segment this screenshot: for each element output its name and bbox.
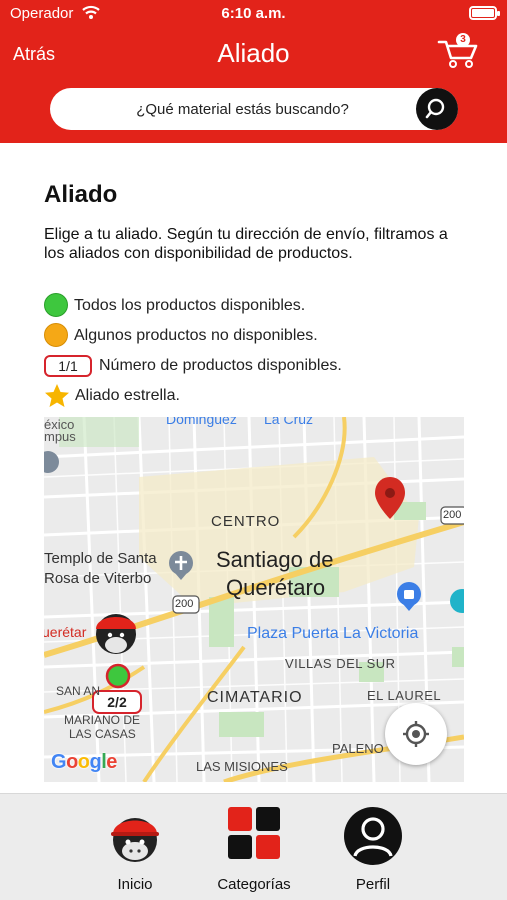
back-button[interactable]: Atrás	[13, 44, 55, 65]
legend-text: Número de productos disponibles.	[99, 357, 342, 374]
tab-label: Categorías	[217, 876, 291, 893]
tab-label: Inicio	[117, 876, 153, 893]
map-label: mpus	[44, 429, 76, 444]
map-label: Dominguez	[166, 417, 237, 427]
tab-perfil[interactable]: Perfil	[337, 794, 409, 900]
map-label: LAS MISIONES	[196, 759, 288, 774]
page-title: Aliado	[44, 181, 118, 208]
map-label: PALENO	[332, 741, 384, 756]
allies-map[interactable]: Dominguez La Cruz éxico mpus CENTRO Temp…	[44, 417, 464, 782]
tab-inicio[interactable]: Inicio	[94, 794, 176, 900]
tab-label: Perfil	[355, 876, 391, 893]
cart-count-badge: 3	[456, 33, 470, 47]
star-icon	[45, 384, 69, 407]
map-label: MARIANO DE	[64, 713, 141, 727]
map-label: LAS CASAS	[69, 727, 136, 741]
map-label: Templo de Santa	[44, 550, 157, 567]
app-header: Operador 6:10 a.m. Atrás Aliado 3	[0, 0, 507, 143]
battery-icon	[469, 6, 500, 20]
bottom-tab-bar: Inicio Categorías Perfil	[0, 793, 507, 900]
user-icon	[344, 807, 402, 865]
map-label: La Cruz	[264, 417, 314, 427]
map-label: Plaza Puerta La Victoria	[247, 625, 419, 642]
map-label: CIMATARIO	[207, 689, 303, 706]
search-button[interactable]	[416, 88, 458, 130]
map-label: Querétaro	[226, 575, 326, 600]
status-time: 6:10 a.m.	[221, 5, 286, 22]
status-bar: Operador 6:10 a.m.	[0, 0, 507, 28]
orange-status-dot	[44, 323, 68, 347]
legend-text: Algunos productos no disponibles.	[74, 327, 318, 344]
search-icon	[425, 98, 445, 119]
legend-text: Todos los productos disponibles.	[74, 297, 306, 314]
map-label: Santiago de	[216, 547, 334, 572]
map-label: uerétar	[44, 624, 87, 640]
my-location-button[interactable]	[385, 703, 447, 765]
map-label: Rosa de Viterbo	[44, 570, 152, 587]
route-200-shield: 200	[175, 598, 194, 610]
tab-categorias[interactable]: Categorías	[205, 794, 303, 900]
map-label: VILLAS DEL SUR	[285, 656, 396, 671]
grid-icon	[228, 807, 280, 859]
legend-text: Aliado estrella.	[75, 387, 180, 404]
route-200-shield: 200	[443, 509, 462, 521]
page-nav-title: Aliado	[217, 38, 290, 68]
google-logo: Google	[51, 751, 117, 773]
page-description: Elige a tu aliado. Según tu dirección de…	[44, 226, 448, 262]
map-label: EL LAUREL	[367, 688, 442, 703]
ally-count-badge[interactable]: 2/2	[93, 691, 141, 713]
product-count-badge: 1/1	[44, 355, 92, 377]
search-bar	[50, 88, 458, 130]
search-input[interactable]	[70, 88, 415, 130]
gorilla-icon	[111, 818, 159, 862]
crosshair-icon	[403, 721, 429, 747]
map-label: CENTRO	[211, 513, 281, 530]
green-status-dot	[44, 293, 68, 317]
